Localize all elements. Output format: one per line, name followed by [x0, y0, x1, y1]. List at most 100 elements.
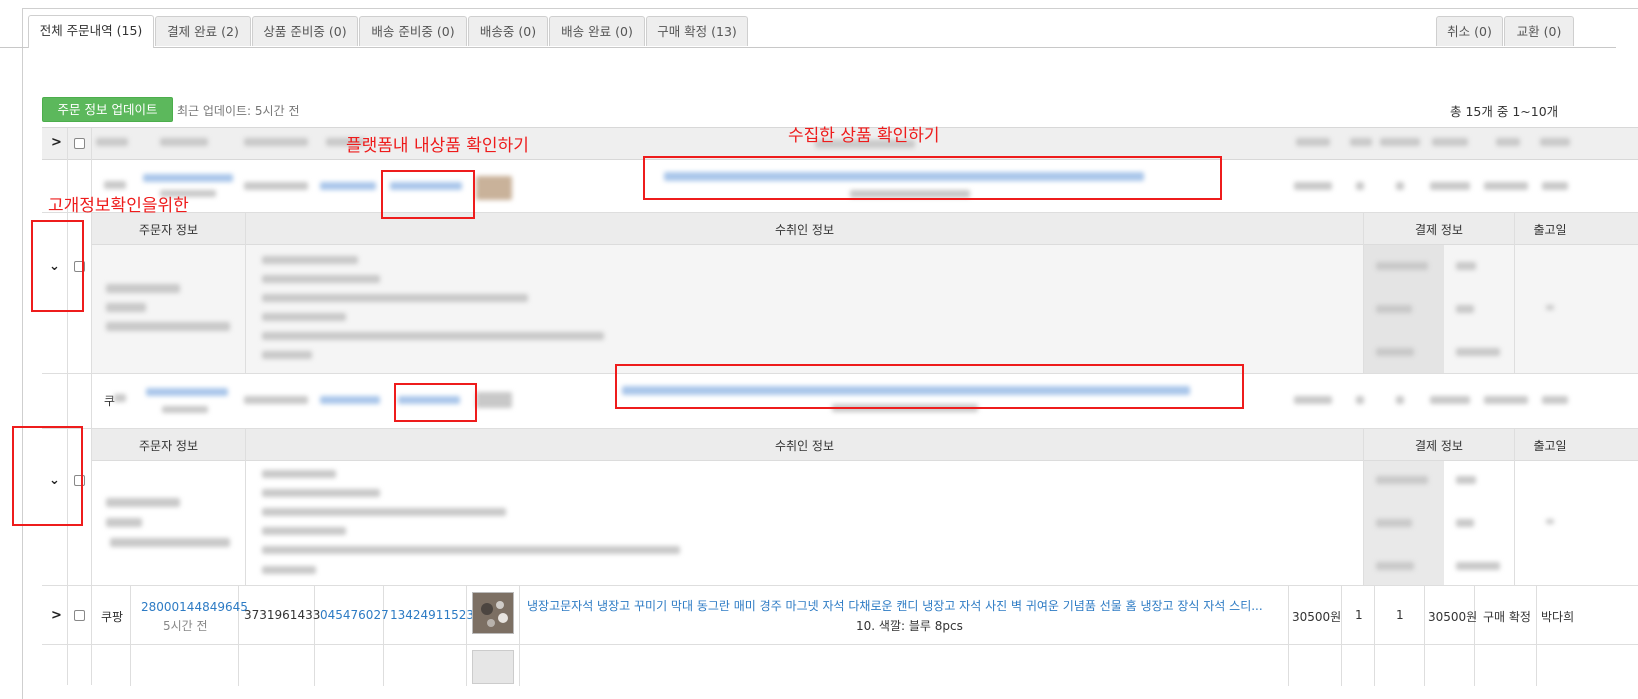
recipient-line-blurred	[262, 275, 380, 283]
payment-label-blurred	[1376, 562, 1414, 570]
qty-blurred	[1356, 396, 1364, 404]
qty-blurred	[1396, 396, 1404, 404]
payment-label-blurred	[1376, 348, 1414, 356]
detail-orderer-header: 주문자 정보	[138, 223, 198, 237]
price-blurred	[1294, 182, 1332, 190]
recipient-line-blurred	[262, 294, 528, 302]
product-thumbnail	[476, 176, 512, 200]
detail-recipient-header: 수취인 정보	[774, 223, 834, 237]
product-thumbnail	[472, 650, 514, 684]
orderer-phone-blurred	[106, 518, 142, 527]
annotation-platform-product: 플랫폼내 내상품 확인하기	[346, 136, 529, 156]
row-checkbox[interactable]	[74, 610, 85, 621]
recipient-line-blurred	[262, 508, 506, 516]
detail-shipping-date-header: 출고일	[1533, 439, 1567, 453]
order-id1: 3731961433	[244, 608, 321, 622]
order-number-link[interactable]: 28000144849645	[141, 600, 248, 614]
header-col-blurred	[1540, 138, 1570, 146]
header-col-blurred	[96, 138, 128, 146]
header-col-blurred	[160, 138, 208, 146]
qty-blurred	[1356, 182, 1364, 190]
tab-shipping[interactable]: 배송중 (0)	[468, 16, 548, 46]
recipient-line-blurred	[262, 256, 358, 264]
status-blurred	[1484, 396, 1528, 404]
chevron-right-icon[interactable]: >	[51, 609, 62, 623]
quantity-ordered: 1	[1355, 608, 1363, 622]
payment-value-blurred	[1456, 562, 1500, 570]
order-status: 구매 확정	[1483, 610, 1531, 624]
payment-value-blurred	[1456, 262, 1476, 270]
update-orders-button[interactable]: 주문 정보 업데이트	[42, 97, 173, 122]
tab-preparing-shipping[interactable]: 배송 준비중 (0)	[359, 16, 467, 46]
annotation-box-platform-product-2	[394, 383, 477, 422]
detail-payment-header: 결제 정보	[1415, 223, 1463, 237]
unit-price: 30500원	[1292, 610, 1342, 624]
payment-value-blurred	[1456, 305, 1474, 313]
market-blurred	[104, 181, 126, 189]
id1-blurred	[244, 396, 308, 404]
total-price: 30500원	[1428, 610, 1478, 624]
tab-cancel[interactable]: 취소 (0)	[1436, 16, 1503, 46]
order-id3-link[interactable]: 13424911523	[390, 608, 474, 622]
order-no-blurred[interactable]	[143, 174, 233, 182]
tab-purchase-confirmed[interactable]: 구매 확정 (13)	[646, 16, 748, 46]
recipient-line-blurred	[262, 566, 316, 574]
orderer-name-blurred	[106, 284, 180, 293]
delivery-blurred	[1542, 182, 1568, 190]
id2-blurred[interactable]	[320, 182, 376, 190]
annotation-box-collected-product-2	[615, 364, 1244, 409]
order-id2-link[interactable]: 045476027	[320, 608, 389, 622]
header-col-blurred	[1380, 138, 1420, 146]
annotation-box-platform-product	[381, 170, 475, 219]
id1-blurred	[244, 182, 308, 190]
annotation-collected-product: 수집한 상품 확인하기	[788, 126, 940, 146]
annotation-box-collected-product	[643, 156, 1222, 200]
qty-blurred	[1396, 182, 1404, 190]
shipping-date-blurred	[1546, 519, 1554, 524]
payment-label-blurred	[1376, 519, 1412, 527]
recipient-line-blurred	[262, 470, 336, 478]
tab-exchange[interactable]: 교환 (0)	[1504, 16, 1574, 46]
detail-shipping-date-header: 출고일	[1533, 223, 1567, 237]
delivery-blurred	[1542, 396, 1568, 404]
recipient-line-blurred	[262, 489, 380, 497]
tab-payment-complete[interactable]: 결제 완료 (2)	[155, 16, 251, 46]
product-option: 10. 색깔: 블루 8pcs	[856, 619, 963, 633]
orderer-email-blurred	[110, 538, 230, 547]
last-update-text: 최근 업데이트: 5시간 전	[177, 104, 300, 118]
detail-orderer-header: 주문자 정보	[138, 439, 198, 453]
payment-label-blurred	[1376, 262, 1428, 270]
market-cell: 쿠팡	[101, 610, 124, 624]
status-blurred	[1484, 182, 1528, 190]
order-no-blurred[interactable]	[146, 388, 228, 396]
tab-delivered[interactable]: 배송 완료 (0)	[549, 16, 645, 46]
detail-recipient-header: 수취인 정보	[774, 439, 834, 453]
payment-value-blurred	[1456, 519, 1474, 527]
quantity-confirmed: 1	[1396, 608, 1404, 622]
select-all-checkbox[interactable]	[74, 138, 85, 149]
payment-label-blurred	[1376, 476, 1428, 484]
product-name-link[interactable]: 냉장고문자석 냉장고 꾸미기 막대 동그란 매미 경주 마그넷 자석 다채로운 …	[527, 597, 1283, 614]
payment-value-blurred	[1456, 348, 1500, 356]
detail-payment-header: 결제 정보	[1415, 439, 1463, 453]
recipient-line-blurred	[262, 313, 346, 321]
orderer-name-blurred	[106, 498, 180, 507]
orderer-phone-blurred	[106, 303, 146, 312]
header-col-blurred	[1432, 138, 1468, 146]
recipient-line-blurred	[262, 546, 680, 554]
orderer-email-blurred	[106, 322, 230, 331]
shipping-date-blurred	[1546, 305, 1554, 310]
total-blurred	[1430, 182, 1470, 190]
tab-preparing-product[interactable]: 상품 준비중 (0)	[252, 16, 358, 46]
tab-all-orders[interactable]: 전체 주문내역 (15)	[28, 15, 154, 48]
header-col-blurred	[1496, 138, 1520, 146]
market-blurred	[114, 394, 126, 402]
header-col-blurred	[244, 138, 308, 146]
chevron-right-icon[interactable]: >	[51, 136, 62, 150]
recipient-line-blurred	[262, 332, 604, 340]
recipient-line-blurred	[262, 527, 346, 535]
payment-value-blurred	[1456, 476, 1476, 484]
id2-blurred[interactable]	[320, 396, 380, 404]
pagination-summary: 총 15개 중 1~10개	[1450, 104, 1559, 119]
payment-label-blurred	[1376, 305, 1412, 313]
